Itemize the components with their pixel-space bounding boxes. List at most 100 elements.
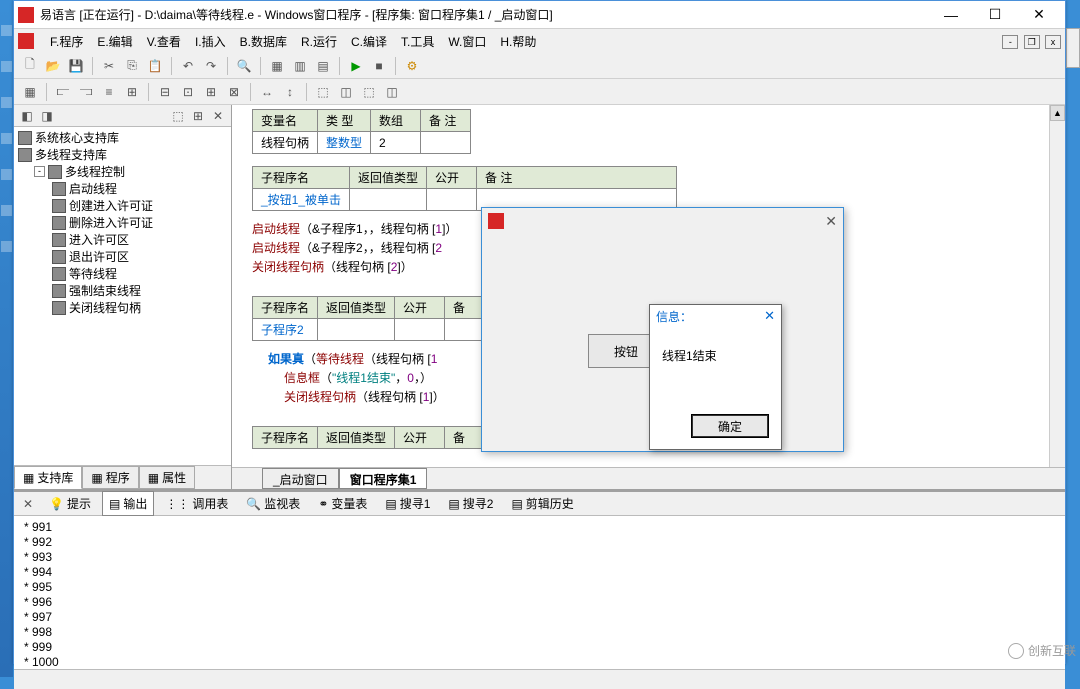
find-icon[interactable]: 🔍 (234, 56, 254, 76)
tree-group[interactable]: 多线程控制 (65, 163, 125, 180)
menu-tools[interactable]: T.工具 (395, 31, 440, 52)
tab-search2[interactable]: ▤搜寻2 (441, 491, 500, 516)
order4-icon[interactable]: ◫ (382, 82, 402, 102)
tab-icon: ▦ (91, 471, 102, 485)
tree-btn5[interactable]: ✕ (209, 107, 227, 125)
output-area[interactable]: * 991 * 992 * 993 * 994 * 995 * 996 * 99… (14, 516, 1065, 669)
align4-icon[interactable]: ⊞ (122, 82, 142, 102)
stop-icon[interactable]: ■ (369, 56, 389, 76)
func-icon (52, 284, 66, 298)
window1-icon[interactable]: ▦ (267, 56, 287, 76)
dist1-icon[interactable]: ⊟ (155, 82, 175, 102)
mdi-restore[interactable]: ❐ (1024, 35, 1040, 49)
tab-callstack[interactable]: ⋮⋮调用表 (158, 491, 235, 516)
subroutine-table2[interactable]: 子程序名返回值类型公开备 子程序2 (252, 296, 495, 341)
tab-search1[interactable]: ▤搜寻1 (378, 491, 437, 516)
close-panel-icon[interactable]: ✕ (18, 494, 38, 514)
tab-program[interactable]: ▦程序 (82, 466, 138, 489)
new-icon[interactable]: 🗋 (20, 56, 40, 76)
run-icon[interactable]: ▶ (346, 56, 366, 76)
menu-program[interactable]: F.程序 (44, 31, 89, 52)
tree-item[interactable]: 进入许可区 (69, 231, 129, 248)
tab-output[interactable]: ▤输出 (102, 491, 154, 516)
mdi-close[interactable]: x (1045, 35, 1061, 49)
copy-icon[interactable]: ⎘ (122, 56, 142, 76)
menu-compile[interactable]: C.编译 (345, 31, 393, 52)
tree-root2[interactable]: 多线程支持库 (35, 146, 107, 163)
variable-table[interactable]: 变量名类 型数组备 注 线程句柄整数型2 (252, 109, 471, 154)
output-line: * 992 (24, 535, 1055, 550)
tab-vars[interactable]: ⚭变量表 (311, 491, 374, 516)
menu-view[interactable]: V.查看 (141, 31, 187, 52)
tab-icon: ▦ (23, 471, 34, 485)
align3-icon[interactable]: ≡ (99, 82, 119, 102)
menu-insert[interactable]: I.插入 (189, 31, 232, 52)
tree-btn1[interactable]: ◧ (18, 107, 36, 125)
tree-item[interactable]: 启动线程 (69, 180, 117, 197)
library-tree[interactable]: 系统核心支持库 多线程支持库 - 多线程控制 启动线程 创建进入许可证 删除进入许… (14, 127, 231, 465)
tree-btn2[interactable]: ◨ (38, 107, 56, 125)
order1-icon[interactable]: ⬚ (313, 82, 333, 102)
vertical-scrollbar[interactable]: ▲ (1049, 105, 1065, 467)
left-toolbar: ◧ ◨ ⬚ ⊞ ✕ (14, 105, 231, 127)
tree-root1[interactable]: 系统核心支持库 (35, 129, 119, 146)
toolbar-main: 🗋 📂 💾 ✂ ⎘ 📋 ↶ ↷ 🔍 ▦ ▥ ▤ ▶ ■ ⚙ (14, 53, 1065, 79)
tab-cliphist[interactable]: ▤剪辑历史 (504, 491, 580, 516)
search-icon: ▤ (448, 497, 459, 511)
close-icon[interactable]: ✕ (825, 213, 837, 230)
tab-properties[interactable]: ▦属性 (139, 466, 195, 489)
menu-edit[interactable]: E.编辑 (91, 31, 138, 52)
dist2-icon[interactable]: ⊡ (178, 82, 198, 102)
undo-icon[interactable]: ↶ (178, 56, 198, 76)
dist3-icon[interactable]: ⊞ (201, 82, 221, 102)
tree-btn4[interactable]: ⊞ (189, 107, 207, 125)
tab-support-lib[interactable]: ▦支持库 (14, 466, 82, 489)
tab-watch[interactable]: 🔍监视表 (239, 491, 307, 516)
minimize-button[interactable]: ― (929, 1, 973, 29)
tab-startup-window[interactable]: _启动窗口 (262, 468, 339, 489)
output-line: * 998 (24, 625, 1055, 640)
subroutine-table3[interactable]: 子程序名返回值类型公开备 (252, 426, 495, 449)
redo-icon[interactable]: ↷ (201, 56, 221, 76)
tree-item[interactable]: 退出许可区 (69, 248, 129, 265)
cut-icon[interactable]: ✂ (99, 56, 119, 76)
menu-database[interactable]: B.数据库 (234, 31, 293, 52)
grid-icon[interactable]: ▦ (20, 82, 40, 102)
save-icon[interactable]: 💾 (66, 56, 86, 76)
window2-icon[interactable]: ▥ (290, 56, 310, 76)
subroutine-table[interactable]: 子程序名返回值类型公开备 注 _按钮1_被单击 (252, 166, 677, 211)
tab-window-procset[interactable]: 窗口程序集1 (339, 468, 428, 489)
dist4-icon[interactable]: ⊠ (224, 82, 244, 102)
window3-icon[interactable]: ▤ (313, 56, 333, 76)
order3-icon[interactable]: ⬚ (359, 82, 379, 102)
tree-item[interactable]: 创建进入许可证 (69, 197, 153, 214)
align2-icon[interactable]: ⫎ (76, 82, 96, 102)
message-box: 信息： ✕ 线程1结束 确定 (649, 304, 782, 450)
ok-button[interactable]: 确定 (692, 415, 768, 437)
tree-item[interactable]: 等待线程 (69, 265, 117, 282)
order2-icon[interactable]: ◫ (336, 82, 356, 102)
open-icon[interactable]: 📂 (43, 56, 63, 76)
status-bar (14, 669, 1065, 689)
close-button[interactable]: ✕ (1017, 1, 1061, 29)
left-panel: ◧ ◨ ⬚ ⊞ ✕ 系统核心支持库 多线程支持库 - 多线程控制 启动线程 创建进… (14, 105, 232, 489)
size1-icon[interactable]: ↔ (257, 82, 277, 102)
menu-run[interactable]: R.运行 (295, 31, 343, 52)
paste-icon[interactable]: 📋 (145, 56, 165, 76)
maximize-button[interactable]: ☐ (973, 1, 1017, 29)
menu-help[interactable]: H.帮助 (494, 31, 542, 52)
tree-item[interactable]: 关闭线程句柄 (69, 299, 141, 316)
app-icon-small (18, 33, 34, 49)
tab-hint[interactable]: 💡提示 (42, 491, 98, 516)
output-line: * 995 (24, 580, 1055, 595)
tree-item[interactable]: 强制结束线程 (69, 282, 141, 299)
size2-icon[interactable]: ↕ (280, 82, 300, 102)
mdi-minimize[interactable]: - (1002, 35, 1018, 49)
collapse-icon[interactable]: - (34, 166, 45, 177)
close-icon[interactable]: ✕ (764, 308, 775, 324)
align1-icon[interactable]: ⫍ (53, 82, 73, 102)
tree-item[interactable]: 删除进入许可证 (69, 214, 153, 231)
tree-btn3[interactable]: ⬚ (169, 107, 187, 125)
menu-window[interactable]: W.窗口 (442, 31, 492, 52)
debug-icon[interactable]: ⚙ (402, 56, 422, 76)
